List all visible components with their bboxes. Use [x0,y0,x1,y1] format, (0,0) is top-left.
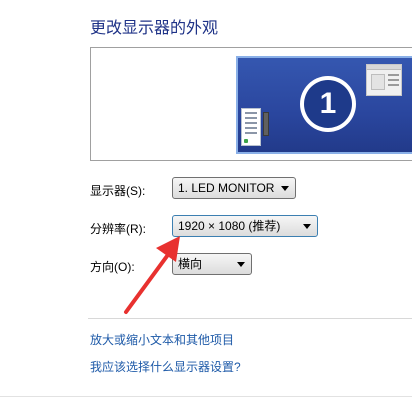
red-arrow-annotation [124,236,180,314]
